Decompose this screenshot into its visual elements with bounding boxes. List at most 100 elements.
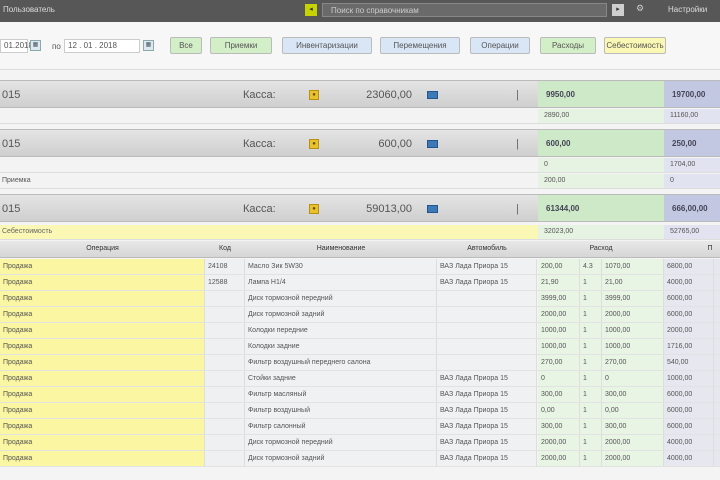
lock-icon[interactable]: ● <box>309 204 319 214</box>
cell-auto: ВАЗ Лада Приора 15 <box>437 419 537 434</box>
table-row[interactable]: Продажа Диск тормозной передний ВАЗ Лада П… <box>0 435 720 451</box>
table-row[interactable]: Продажа Диск тормозной задний ВАЗ Лада При… <box>0 451 720 467</box>
cell-operation: Продажа <box>0 387 205 402</box>
cell-auto <box>437 291 537 306</box>
cell-operation: Продажа <box>0 371 205 386</box>
header-expense[interactable]: Расход <box>538 245 664 252</box>
gear-icon[interactable]: ⚙ <box>636 3 644 14</box>
header-name[interactable]: Наименование <box>245 245 437 252</box>
header-auto[interactable]: Автомобиль <box>437 245 537 252</box>
table-row[interactable]: Продажа 12588 Лампа Н1/4 ВАЗ Лада Приора 15… <box>0 275 720 291</box>
cell-sum: 3999,00 <box>602 291 664 306</box>
card-icon[interactable] <box>427 205 438 213</box>
date-from-input[interactable]: 01.2018 <box>0 39 33 53</box>
cell-qty-sum: 3999,00 <box>538 291 580 306</box>
cell-operation: Продажа <box>0 403 205 418</box>
nav-left-icon[interactable]: ◂ <box>305 4 317 16</box>
filter-transfers-button[interactable]: Перемещения <box>380 37 460 54</box>
cost-band: Себестоимость <box>0 225 538 240</box>
cell-qty-sum: 1000,00 <box>538 323 580 338</box>
cell-sum: 1000,00 <box>602 323 664 338</box>
group-green-value: 9950,00 <box>546 90 575 99</box>
cell-unit: 1 <box>580 339 602 354</box>
group-lavender-value: 250,00 <box>672 139 697 148</box>
cell-extra <box>714 339 720 354</box>
cell-sum: 1000,00 <box>602 339 664 354</box>
cell-name: Фильтр салонный <box>245 419 437 434</box>
group-header[interactable]: 015 Касса: ● 59013,00 | <box>0 194 538 222</box>
cell-extra <box>714 291 720 306</box>
table-row[interactable]: Продажа 24108 Масло Зик 5W30 ВАЗ Лада Приор… <box>0 259 720 275</box>
cell-extra <box>714 387 720 402</box>
filter-expenses-button[interactable]: Расходы <box>540 37 596 54</box>
settings-link[interactable]: Настройки <box>668 5 707 14</box>
cell-unit: 1 <box>580 355 602 370</box>
card-icon[interactable] <box>427 140 438 148</box>
group-header[interactable]: 015 Касса: ● 600,00 | <box>0 129 538 157</box>
group-lavender-cell: 666,00,00 <box>664 194 720 222</box>
cell-auto <box>437 355 537 370</box>
table-row[interactable]: Продажа Стойки задние ВАЗ Лада Приора 15 0 1… <box>0 371 720 387</box>
sub-row-green: 200,00 <box>544 177 566 184</box>
cell-code <box>205 355 245 370</box>
filter-receipts-button[interactable]: Приемки <box>210 37 272 54</box>
calendar-icon[interactable]: ▦ <box>143 40 154 51</box>
date-to-input[interactable]: 12 . 01 . 2018 <box>64 39 140 53</box>
cell-name: Колодки передние <box>245 323 437 338</box>
cell-sum: 0,00 <box>602 403 664 418</box>
cell-unit: 1 <box>580 307 602 322</box>
filter-operations-button[interactable]: Операции <box>470 37 530 54</box>
cell-unit: 1 <box>580 323 602 338</box>
cell-name: Фильтр масляный <box>245 387 437 402</box>
cell-total: 2000,00 <box>664 323 714 338</box>
table-row[interactable]: Продажа Фильтр воздушный переднего салона… <box>0 355 720 371</box>
table-row[interactable]: Продажа Фильтр масляный ВАЗ Лада Приора 15… <box>0 387 720 403</box>
group-date: 015 <box>2 89 21 101</box>
table-row[interactable]: Продажа Фильтр воздушный ВАЗ Лада Приора 1… <box>0 403 720 419</box>
cell-name: Колодки задние <box>245 339 437 354</box>
cell-unit: 1 <box>580 403 602 418</box>
cell-name: Масло Зик 5W30 <box>245 259 437 274</box>
cost-band-label: Себестоимость <box>2 228 53 235</box>
user-name[interactable]: Пользователь <box>3 5 55 14</box>
lock-icon[interactable]: ● <box>309 90 319 100</box>
cell-qty-sum: 300,00 <box>538 419 580 434</box>
header-operation[interactable]: Операция <box>0 245 205 252</box>
lock-icon[interactable]: ● <box>309 139 319 149</box>
group-lavender-value: 666,00,00 <box>672 204 708 213</box>
cell-auto: ВАЗ Лада Приора 15 <box>437 275 537 290</box>
sub-row: Приемка 200,00 0 <box>0 174 720 189</box>
cell-extra <box>714 323 720 338</box>
table-row[interactable]: Продажа Колодки задние 1000,00 1 1000,00 1716… <box>0 339 720 355</box>
header-income[interactable]: П <box>700 245 720 252</box>
cell-auto: ВАЗ Лада Приора 15 <box>437 435 537 450</box>
table-row[interactable]: Продажа Колодки передние 1000,00 1 1000,00 20… <box>0 323 720 339</box>
filter-all-button[interactable]: Все <box>170 37 202 54</box>
nav-right-icon[interactable]: ▸ <box>612 4 624 16</box>
group-date: 015 <box>2 138 21 150</box>
cell-code <box>205 435 245 450</box>
cell-qty-sum: 2000,00 <box>538 451 580 466</box>
filter-inventory-button[interactable]: Инвентаризации <box>282 37 372 54</box>
group-date: 015 <box>2 203 21 215</box>
calendar-icon[interactable]: ▦ <box>30 40 41 51</box>
cell-total: 1000,00 <box>664 371 714 386</box>
cell-total: 6000,00 <box>664 291 714 306</box>
table-row[interactable]: Продажа Фильтр салонный ВАЗ Лада Приора 15… <box>0 419 720 435</box>
group-amount: 600,00 <box>378 138 412 150</box>
header-code[interactable]: Код <box>205 245 245 252</box>
cell-code <box>205 323 245 338</box>
search-input[interactable]: Поиск по справочникам <box>322 3 607 17</box>
cell-sum: 2000,00 <box>602 435 664 450</box>
table-row[interactable]: Продажа Диск тормозной передний 3999,00 1 39… <box>0 291 720 307</box>
group-lavender-value: 19700,00 <box>672 90 706 99</box>
cell-name: Фильтр воздушный <box>245 403 437 418</box>
cell-extra <box>714 371 720 386</box>
cell-unit: 1 <box>580 275 602 290</box>
filter-cost-button[interactable]: Себестоимость <box>604 37 666 54</box>
group-header[interactable]: 015 Касса: ● 23060,00 | <box>0 80 538 108</box>
table-row[interactable]: Продажа Диск тормозной задний 2000,00 1 2000… <box>0 307 720 323</box>
cell-unit: 1 <box>580 419 602 434</box>
card-icon[interactable] <box>427 91 438 99</box>
group-delimiter: | <box>516 89 519 101</box>
